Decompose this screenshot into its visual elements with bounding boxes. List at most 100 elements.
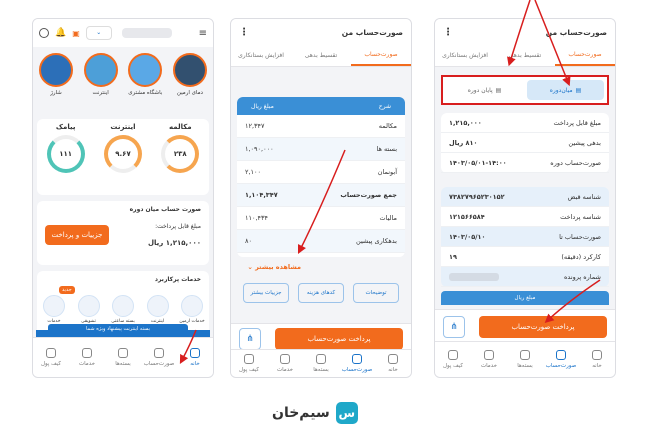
nav-wallet[interactable]: کیف پول [34,348,68,367]
blurred-number [121,28,172,38]
story-thumb-icon [172,53,207,87]
info-value: ۷۳۸۲۷۹۶۵۲۳۰۱۵۲ [449,192,505,201]
nav-services[interactable]: خدمات [70,348,104,367]
service-icon [112,295,134,317]
info-label: صورت‌حساب دوره [550,158,601,167]
row-value: ۸۰ [245,237,252,245]
usage-ring-icon: ۹.۶۷ [103,135,142,173]
nav-home[interactable]: خانه [376,354,410,373]
nav-label: خانه [592,363,602,369]
nav-packages[interactable]: بسته‌ها [304,354,338,373]
info-row: مبلغ قابل پرداخت ۱,۲۱۵,۰۰۰ [441,113,609,133]
bell-icon[interactable]: 🔔 [55,28,66,38]
usage-item[interactable]: اینترنت ۹.۶۷ [99,123,147,195]
search-icon[interactable] [39,28,49,38]
nav-home[interactable]: خانه [580,350,614,369]
nav-bill[interactable]: صورت‌حساب [142,348,176,367]
row-label: جمع صورت‌حساب [340,191,397,199]
usage-title: پیامک [55,123,76,131]
service-item[interactable]: تشویقی [76,295,102,324]
usage-item[interactable]: پیامک ۱۱۱ [42,123,90,195]
story-item[interactable]: دمای ارمین [171,53,209,113]
nav-label: صورت‌حساب [341,367,373,373]
service-item[interactable]: خدمات ارمین [179,295,205,324]
bill-icon [352,354,362,364]
service-icon [77,295,100,317]
nav-label: خانه [190,361,200,367]
home-icon [592,350,602,360]
info-label: کارکرد (دقیقه) [561,252,601,261]
package-icon [520,350,530,360]
usage-title: مکالمه [169,123,192,131]
number-select[interactable]: ⌄ [85,26,112,40]
explanations-button[interactable]: توضیحات [353,283,399,303]
tab-bill[interactable]: صورت‌حساب [555,45,615,66]
nav-wallet[interactable]: کیف پول [232,354,266,373]
info-value: ۱,۲۱۵,۰۰۰ [449,118,482,127]
stories-row: دمای ارمین باشگاه مشتری اینترنت شارژ [37,53,209,113]
row-value: ۱,۰۹۰,۰۰۰ [245,145,274,153]
tab-increase-credit[interactable]: افزایش بستانکاری [231,45,291,66]
service-item[interactable]: بسته ساعتی [110,295,136,324]
wallet-icon [448,350,458,360]
nav-packages[interactable]: بسته‌ها [508,350,542,369]
nav-wallet[interactable]: کیف پول [436,350,470,369]
more-details-button[interactable]: جزییات بیشتر [243,283,289,303]
nav-label: صورت‌حساب [143,361,175,367]
tab-bill[interactable]: صورت‌حساب [351,45,411,66]
sim-logo-icon: س [335,402,358,424]
usage-item[interactable]: مکالمه ۲۳۸ [156,123,204,195]
services-icon [82,348,92,358]
tab-increase-credit[interactable]: افزایش بستانکاری [435,45,495,66]
brand-logo: سیم‌خان س [272,402,358,424]
usage-card: مکالمه ۲۳۸ اینترنت ۹.۶۷ پیامک ۱۱۱ [37,119,209,195]
col-desc: شرح [378,102,391,110]
table-row: آبونمان ۲,۱۰۰ [237,161,405,184]
tab-installment[interactable]: تقسیط بدهی [291,45,351,66]
service-item[interactable]: اینترنت [145,295,171,324]
more-vert-icon[interactable]: ⋮ [443,27,453,38]
info-label: صورت‌حساب تا [559,232,601,241]
services-title: خدمات پرکاربرد [154,276,201,283]
nav-label: کیف پول [442,363,464,369]
nav-label: صورت‌حساب [545,363,577,369]
tabs: صورت‌حساب تقسیط بدهی افزایش بستانکاری [231,45,411,67]
info-label: بدهی پیشین [568,138,601,147]
midterm-bill-screen: صورت‌حساب من ⋮ صورت‌حساب تقسیط بدهی افزای… [434,18,616,378]
usage-ring-icon: ۲۳۸ [161,135,200,173]
story-item[interactable]: باشگاه مشتری [126,53,164,113]
share-icon[interactable]: ⋔ [443,316,465,338]
pay-bill-button[interactable]: پرداخت صورت‌حساب [479,316,607,338]
story-item[interactable]: اینترنت [82,53,120,113]
brand-name: سیم‌خان [272,405,330,421]
package-icon [316,354,326,364]
pay-bill-button[interactable]: پرداخت صورت‌حساب [275,328,403,350]
tab-installment[interactable]: تقسیط بدهی [495,45,555,66]
share-icon[interactable]: ⋔ [239,328,261,350]
gift-icon[interactable]: ▣ [72,29,80,38]
nav-packages[interactable]: بسته‌ها [106,348,140,367]
nav-label: بسته‌ها [517,363,533,369]
nav-bill[interactable]: صورت‌حساب [340,354,374,373]
nav-services[interactable]: خدمات [268,354,302,373]
show-more-link[interactable]: مشاهده بیشتر ⌄ [247,263,301,271]
story-thumb-icon [39,53,73,87]
story-item[interactable]: شارژ [37,53,75,113]
bill-amount: ۱,۲۱۵,۰۰۰ ریال [147,239,201,247]
services-row: خدمات ارمین اینترنت بسته ساعتی تشویقی خد… [41,295,205,324]
services-icon [280,354,290,364]
endterm-toggle[interactable]: ▤ پایان دوره [446,80,523,100]
endterm-label: پایان دوره [467,86,493,94]
nav-services[interactable]: خدمات [472,350,506,369]
bill-summary: مبلغ قابل پرداخت ۱,۲۱۵,۰۰۰ بدهی پیشین ۸۱۰ … [441,113,609,173]
service-item[interactable]: خدمات [41,295,67,324]
nav-bill[interactable]: صورت‌حساب [544,350,578,369]
menu-icon[interactable]: ≡ [199,28,207,39]
bill-details-button[interactable]: جزییات و پرداخت [45,225,109,245]
page-title: صورت‌حساب من [545,27,607,37]
nav-home[interactable]: خانه [178,348,212,367]
wallet-icon [244,354,254,364]
midterm-toggle[interactable]: ▤ میان‌دوره [527,80,604,100]
cost-codes-button[interactable]: کدهای هزینه [298,283,344,303]
more-vert-icon[interactable]: ⋮ [239,27,249,38]
